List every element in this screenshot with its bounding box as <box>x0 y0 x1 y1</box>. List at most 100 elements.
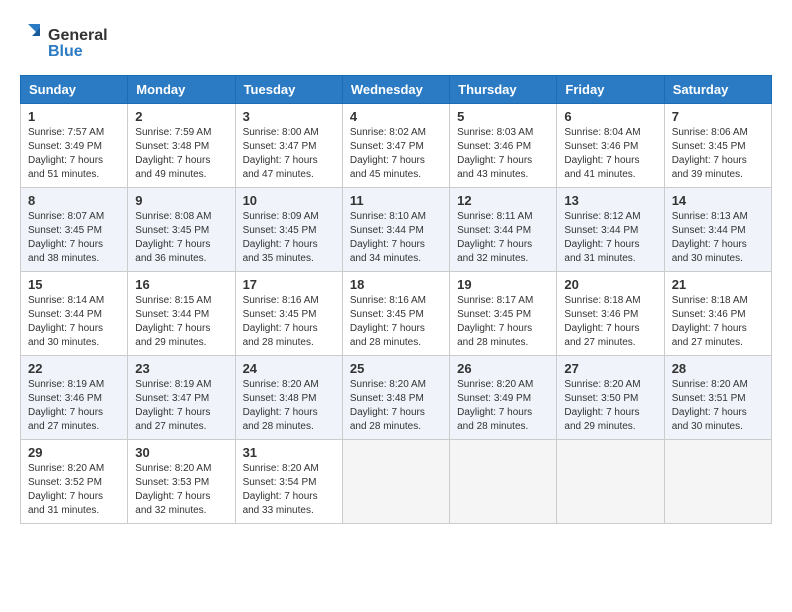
day-content: Sunrise: 8:20 AMSunset: 3:54 PMDaylight:… <box>243 462 335 518</box>
calendar-cell: 31Sunrise: 8:20 AMSunset: 3:54 PMDayligh… <box>235 440 342 524</box>
day-content: Sunrise: 8:20 AMSunset: 3:48 PMDaylight:… <box>350 378 442 434</box>
day-content: Sunrise: 8:16 AMSunset: 3:45 PMDaylight:… <box>243 294 335 350</box>
day-number: 8 <box>28 193 120 208</box>
header-row: SundayMondayTuesdayWednesdayThursdayFrid… <box>21 76 772 104</box>
calendar-cell: 27Sunrise: 8:20 AMSunset: 3:50 PMDayligh… <box>557 356 664 440</box>
calendar-cell: 25Sunrise: 8:20 AMSunset: 3:48 PMDayligh… <box>342 356 449 440</box>
calendar-cell: 19 Sunrise: 8:17 AMSunset: 3:45 PMDayligh… <box>450 272 557 356</box>
day-number: 6 <box>564 109 656 124</box>
calendar-cell: 15 Sunrise: 8:14 AMSunset: 3:44 PMDayligh… <box>21 272 128 356</box>
day-number: 26 <box>457 361 549 376</box>
calendar-cell: 12Sunrise: 8:11 AMSunset: 3:44 PMDayligh… <box>450 188 557 272</box>
calendar-cell: 1 Sunrise: 7:57 AMSunset: 3:49 PMDaylight… <box>21 104 128 188</box>
day-content: Sunrise: 8:10 AMSunset: 3:44 PMDaylight:… <box>350 210 442 266</box>
day-number: 11 <box>350 193 442 208</box>
header-tuesday: Tuesday <box>235 76 342 104</box>
day-content: Sunrise: 8:20 AMSunset: 3:48 PMDaylight:… <box>243 378 335 434</box>
day-number: 9 <box>135 193 227 208</box>
calendar-table: SundayMondayTuesdayWednesdayThursdayFrid… <box>20 75 772 524</box>
day-number: 16 <box>135 277 227 292</box>
day-content: Sunrise: 8:19 AMSunset: 3:46 PMDaylight:… <box>28 378 120 434</box>
header-thursday: Thursday <box>450 76 557 104</box>
header-sunday: Sunday <box>21 76 128 104</box>
day-number: 19 <box>457 277 549 292</box>
day-content: Sunrise: 8:07 AMSunset: 3:45 PMDaylight:… <box>28 210 120 266</box>
calendar-cell <box>342 440 449 524</box>
day-content: Sunrise: 8:04 AMSunset: 3:46 PMDaylight:… <box>564 126 656 182</box>
day-number: 23 <box>135 361 227 376</box>
calendar-cell: 14Sunrise: 8:13 AMSunset: 3:44 PMDayligh… <box>664 188 771 272</box>
day-number: 21 <box>672 277 764 292</box>
calendar-cell: 17 Sunrise: 8:16 AMSunset: 3:45 PMDayligh… <box>235 272 342 356</box>
calendar-cell: 11 Sunrise: 8:10 AMSunset: 3:44 PMDayligh… <box>342 188 449 272</box>
day-number: 20 <box>564 277 656 292</box>
logo-svg: General Blue <box>20 20 120 65</box>
calendar-cell: 20Sunrise: 8:18 AMSunset: 3:46 PMDayligh… <box>557 272 664 356</box>
day-number: 10 <box>243 193 335 208</box>
calendar-cell: 21 Sunrise: 8:18 AMSunset: 3:46 PMDayligh… <box>664 272 771 356</box>
day-content: Sunrise: 8:12 AMSunset: 3:44 PMDaylight:… <box>564 210 656 266</box>
day-content: Sunrise: 7:59 AMSunset: 3:48 PMDaylight:… <box>135 126 227 182</box>
day-number: 2 <box>135 109 227 124</box>
calendar-cell: 8 Sunrise: 8:07 AMSunset: 3:45 PMDaylight… <box>21 188 128 272</box>
day-content: Sunrise: 8:03 AMSunset: 3:46 PMDaylight:… <box>457 126 549 182</box>
day-number: 4 <box>350 109 442 124</box>
day-content: Sunrise: 8:18 AMSunset: 3:46 PMDaylight:… <box>672 294 764 350</box>
day-content: Sunrise: 8:15 AMSunset: 3:44 PMDaylight:… <box>135 294 227 350</box>
calendar-cell: 24 Sunrise: 8:20 AMSunset: 3:48 PMDayligh… <box>235 356 342 440</box>
day-number: 7 <box>672 109 764 124</box>
day-number: 30 <box>135 445 227 460</box>
calendar-cell: 5 Sunrise: 8:03 AMSunset: 3:46 PMDaylight… <box>450 104 557 188</box>
day-number: 22 <box>28 361 120 376</box>
calendar-cell: 26 Sunrise: 8:20 AMSunset: 3:49 PMDayligh… <box>450 356 557 440</box>
calendar-cell: 23 Sunrise: 8:19 AMSunset: 3:47 PMDayligh… <box>128 356 235 440</box>
day-number: 17 <box>243 277 335 292</box>
logo: General Blue <box>20 20 120 65</box>
day-content: Sunrise: 8:06 AMSunset: 3:45 PMDaylight:… <box>672 126 764 182</box>
day-number: 15 <box>28 277 120 292</box>
day-number: 13 <box>564 193 656 208</box>
calendar-cell: 9 Sunrise: 8:08 AMSunset: 3:45 PMDaylight… <box>128 188 235 272</box>
day-content: Sunrise: 8:20 AMSunset: 3:53 PMDaylight:… <box>135 462 227 518</box>
day-content: Sunrise: 8:20 AMSunset: 3:50 PMDaylight:… <box>564 378 656 434</box>
day-number: 18 <box>350 277 442 292</box>
header-friday: Friday <box>557 76 664 104</box>
day-content: Sunrise: 8:09 AMSunset: 3:45 PMDaylight:… <box>243 210 335 266</box>
day-number: 12 <box>457 193 549 208</box>
calendar-cell: 4Sunrise: 8:02 AMSunset: 3:47 PMDaylight… <box>342 104 449 188</box>
day-content: Sunrise: 8:00 AMSunset: 3:47 PMDaylight:… <box>243 126 335 182</box>
header-monday: Monday <box>128 76 235 104</box>
calendar-cell <box>450 440 557 524</box>
day-content: Sunrise: 8:20 AMSunset: 3:51 PMDaylight:… <box>672 378 764 434</box>
week-row: 29Sunrise: 8:20 AMSunset: 3:52 PMDayligh… <box>21 440 772 524</box>
calendar-cell <box>557 440 664 524</box>
calendar-cell: 10 Sunrise: 8:09 AMSunset: 3:45 PMDayligh… <box>235 188 342 272</box>
calendar-cell: 13 Sunrise: 8:12 AMSunset: 3:44 PMDayligh… <box>557 188 664 272</box>
day-content: Sunrise: 8:17 AMSunset: 3:45 PMDaylight:… <box>457 294 549 350</box>
calendar-cell: 30 Sunrise: 8:20 AMSunset: 3:53 PMDayligh… <box>128 440 235 524</box>
header-wednesday: Wednesday <box>342 76 449 104</box>
calendar-cell: 6 Sunrise: 8:04 AMSunset: 3:46 PMDaylight… <box>557 104 664 188</box>
calendar-cell <box>664 440 771 524</box>
day-number: 5 <box>457 109 549 124</box>
day-number: 24 <box>243 361 335 376</box>
calendar-cell: 7 Sunrise: 8:06 AMSunset: 3:45 PMDaylight… <box>664 104 771 188</box>
day-number: 28 <box>672 361 764 376</box>
week-row: 1 Sunrise: 7:57 AMSunset: 3:49 PMDaylight… <box>21 104 772 188</box>
page-header: General Blue <box>20 20 772 65</box>
svg-text:Blue: Blue <box>48 43 83 60</box>
day-content: Sunrise: 8:19 AMSunset: 3:47 PMDaylight:… <box>135 378 227 434</box>
day-number: 1 <box>28 109 120 124</box>
day-content: Sunrise: 8:20 AMSunset: 3:49 PMDaylight:… <box>457 378 549 434</box>
day-content: Sunrise: 8:08 AMSunset: 3:45 PMDaylight:… <box>135 210 227 266</box>
calendar-cell: 28 Sunrise: 8:20 AMSunset: 3:51 PMDayligh… <box>664 356 771 440</box>
week-row: 8 Sunrise: 8:07 AMSunset: 3:45 PMDaylight… <box>21 188 772 272</box>
day-content: Sunrise: 7:57 AMSunset: 3:49 PMDaylight:… <box>28 126 120 182</box>
day-content: Sunrise: 8:14 AMSunset: 3:44 PMDaylight:… <box>28 294 120 350</box>
day-content: Sunrise: 8:16 AMSunset: 3:45 PMDaylight:… <box>350 294 442 350</box>
calendar-cell: 22 Sunrise: 8:19 AMSunset: 3:46 PMDayligh… <box>21 356 128 440</box>
calendar-cell: 18 Sunrise: 8:16 AMSunset: 3:45 PMDayligh… <box>342 272 449 356</box>
calendar-cell: 29Sunrise: 8:20 AMSunset: 3:52 PMDayligh… <box>21 440 128 524</box>
day-number: 29 <box>28 445 120 460</box>
calendar-cell: 3Sunrise: 8:00 AMSunset: 3:47 PMDaylight… <box>235 104 342 188</box>
